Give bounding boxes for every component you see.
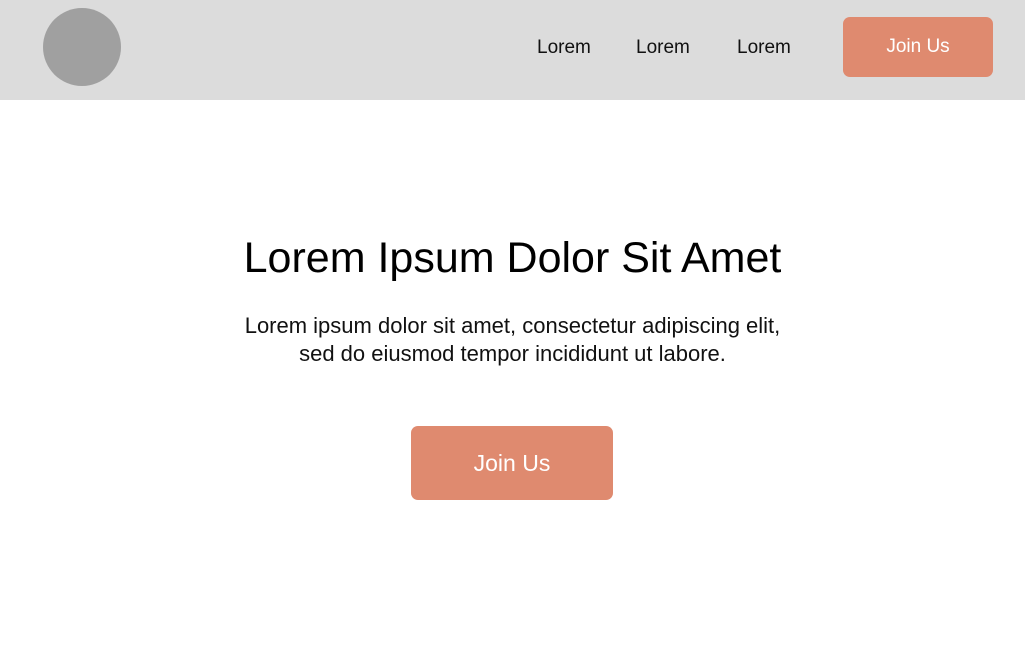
hero-description-line-2: sed do eiusmod tempor incididunt ut labo… bbox=[299, 341, 726, 366]
join-us-button-nav[interactable]: Join Us bbox=[843, 17, 993, 77]
hero-description: Lorem ipsum dolor sit amet, consectetur … bbox=[0, 312, 1025, 368]
hero-description-line-1: Lorem ipsum dolor sit amet, consectetur … bbox=[244, 313, 781, 338]
nav-link-2[interactable]: Lorem bbox=[636, 36, 690, 60]
logo-placeholder[interactable] bbox=[43, 8, 121, 86]
navbar: Lorem Lorem Lorem Join Us bbox=[0, 0, 1025, 100]
nav-link-3[interactable]: Lorem bbox=[737, 36, 791, 60]
hero-title: Lorem Ipsum Dolor Sit Amet bbox=[243, 234, 782, 282]
join-us-button-hero[interactable]: Join Us bbox=[411, 426, 613, 500]
nav-link-1[interactable]: Lorem bbox=[537, 36, 591, 60]
